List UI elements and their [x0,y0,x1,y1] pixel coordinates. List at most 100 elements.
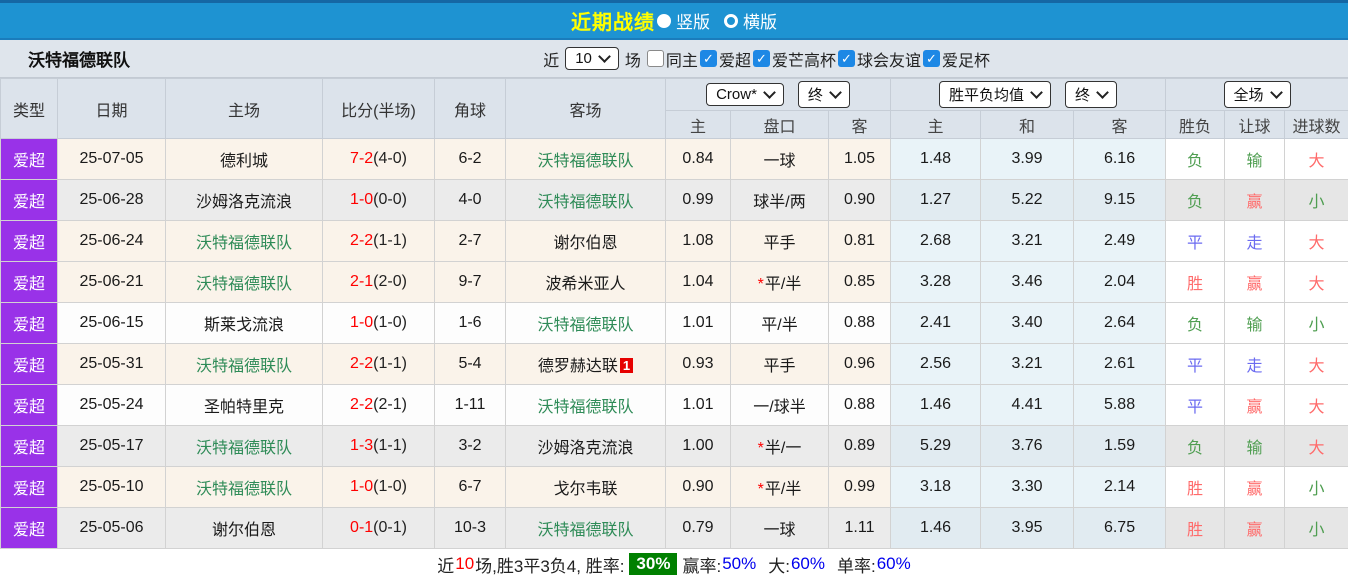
vertical-layout-radio[interactable] [657,14,671,28]
avg-home-odds-cell: 2.68 [891,221,981,262]
filter-checkbox-checked[interactable]: ✓ [838,50,855,67]
fulltime-score: 2-2 [350,232,373,249]
team-name-text: 沃特福德联队 [196,440,292,457]
goals-result-cell: 大 [1285,139,1348,180]
asia-odds-time-select[interactable]: 终 [798,81,850,108]
scope-select[interactable]: 全场 [1224,81,1291,108]
home-team-cell: 沙姆洛克流浪 [166,180,323,221]
asia-odds-group-header: Crow* 终 [666,79,891,111]
horizontal-layout-label[interactable]: 横版 [743,8,777,33]
corner-cell: 6-2 [435,139,506,180]
filter-checkbox-label[interactable]: 球会友谊 [857,47,921,71]
match-result-text: 负 [1187,153,1203,170]
away-team-cell: 波希米亚人 [506,262,666,303]
subheader-asia-away: 客 [829,111,891,139]
filter-checkbox-checked[interactable]: ✓ [700,50,717,67]
handicap-home-odds-cell: 0.99 [666,180,731,221]
handicap-line-text: 球半/两 [753,194,805,211]
avg-away-odds-cell: 6.75 [1074,508,1166,549]
goals-result-cell: 大 [1285,385,1348,426]
match-row: 爱超25-06-15斯莱戈流浪1-0(1-0)1-6沃特福德联队1.01平/半0… [1,303,1348,344]
title-bar: 近期战绩 竖版 横版 [0,0,1348,40]
handicap-away-odds-cell: 0.99 [829,467,891,508]
team-name-text: 圣帕特里克 [204,399,284,416]
avg-away-odds-cell: 2.61 [1074,344,1166,385]
summary-near-label: 近 [437,552,454,577]
avg-away-odds-cell: 5.88 [1074,385,1166,426]
chevron-down-icon [763,86,776,99]
rounds-select[interactable]: 10 [565,47,619,70]
filter-checkbox-label[interactable]: 同主 [666,47,698,71]
handicap-away-odds-cell: 0.88 [829,303,891,344]
team-name-text: 沃特福德联队 [537,522,633,539]
bookmaker-select[interactable]: Crow* [706,83,784,106]
match-row: 爱超25-05-06谢尔伯恩0-1(0-1)10-3沃特福德联队0.79一球1.… [1,508,1348,549]
subheader-handicap-result: 让球 [1225,111,1285,139]
goals-result-text: 大 [1309,440,1325,457]
fulltime-score: 1-0 [350,478,373,495]
live-handicap-star: * [758,276,764,293]
goals-result-text: 小 [1309,522,1325,539]
corner-cell: 10-3 [435,508,506,549]
subheader-asia-home: 主 [666,111,731,139]
header-home: 主场 [166,79,323,139]
halftime-score: (0-0) [373,191,407,208]
big-value: 60% [791,554,825,574]
avg-away-odds-cell: 6.16 [1074,139,1166,180]
handicap-line-cell: 平手 [731,221,829,262]
match-result-cell: 胜 [1166,262,1225,303]
goals-result-text: 大 [1309,153,1325,170]
away-team-cell: 沃特福德联队 [506,385,666,426]
avg-home-odds-cell: 3.28 [891,262,981,303]
win-odds-label: 赢率: [682,552,721,577]
europe-odds-time-select[interactable]: 终 [1065,81,1117,108]
goals-result-text: 大 [1309,399,1325,416]
red-card-badge: 1 [620,358,633,373]
handicap-line-cell: 球半/两 [731,180,829,221]
handicap-home-odds-cell: 1.08 [666,221,731,262]
team-name-text: 沃特福德联队 [196,481,292,498]
handicap-away-odds-cell: 1.11 [829,508,891,549]
win-odds-value: 50% [722,554,756,574]
handicap-line-text: 半/一 [765,440,801,457]
handicap-result-text: 赢 [1247,522,1263,539]
away-team-cell: 沃特福德联队 [506,508,666,549]
corner-cell: 1-11 [435,385,506,426]
horizontal-layout-radio[interactable] [724,14,738,28]
europe-avg-select[interactable]: 胜平负均值 [939,81,1051,108]
score-cell: 1-0(0-0) [323,180,435,221]
filter-checkbox-label[interactable]: 爱芒高杯 [772,47,836,71]
handicap-result-text: 赢 [1247,399,1263,416]
halftime-score: (1-0) [373,478,407,495]
goals-result-cell: 大 [1285,221,1348,262]
match-result-cell: 胜 [1166,508,1225,549]
handicap-line-cell: *平/半 [731,262,829,303]
handicap-line-text: 平手 [763,358,795,375]
match-row: 爱超25-06-21沃特福德联队2-1(2-0)9-7波希米亚人1.04*平/半… [1,262,1348,303]
handicap-home-odds-cell: 1.00 [666,426,731,467]
handicap-result-cell: 输 [1225,426,1285,467]
halftime-score: (1-1) [373,355,407,372]
filter-checkbox-unchecked[interactable] [647,50,664,67]
filter-checkbox-label[interactable]: 爱超 [719,47,751,71]
bookmaker-select-value: Crow* [716,86,757,103]
league-cell: 爱超 [1,262,58,303]
goals-result-text: 小 [1309,317,1325,334]
single-value: 60% [877,554,911,574]
score-cell: 1-3(1-1) [323,426,435,467]
score-cell: 2-2(2-1) [323,385,435,426]
filter-checkbox-label[interactable]: 爱足杯 [942,47,990,71]
fulltime-score: 7-2 [350,150,373,167]
goals-result-text: 小 [1309,481,1325,498]
away-team-cell: 戈尔韦联 [506,467,666,508]
date-cell: 25-07-05 [58,139,166,180]
handicap-away-odds-cell: 0.85 [829,262,891,303]
vertical-layout-label[interactable]: 竖版 [676,8,710,33]
handicap-away-odds-cell: 0.89 [829,426,891,467]
fulltime-score: 0-1 [350,519,373,536]
filter-checkbox-checked[interactable]: ✓ [753,50,770,67]
fulltime-score: 2-2 [350,355,373,372]
match-row: 爱超25-05-24圣帕特里克2-2(2-1)1-11沃特福德联队1.01一/球… [1,385,1348,426]
home-team-cell: 沃特福德联队 [166,426,323,467]
filter-checkbox-checked[interactable]: ✓ [923,50,940,67]
